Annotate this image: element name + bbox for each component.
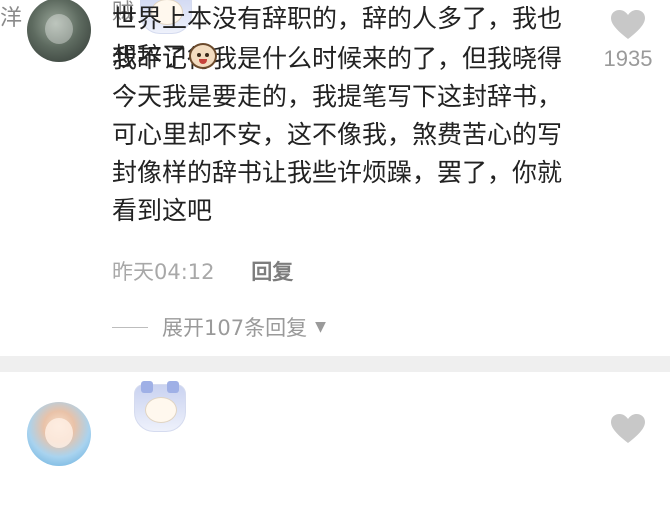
comment-meta: 昨天04:12 回复 [112, 256, 293, 286]
expand-replies-label: 展开107条回复 [162, 316, 308, 340]
user-badge-sticker-icon [134, 381, 186, 432]
comment-timestamp: 昨天04:12 [112, 260, 215, 284]
comment-text-body: 世界上本没有辞职的，辞的人多了，我也想辞了 [112, 4, 563, 71]
user-avatar[interactable] [27, 0, 91, 62]
reply-button[interactable]: 回复 [251, 260, 293, 284]
dog-face-emoji-icon [189, 43, 218, 69]
expand-replies-button[interactable]: 展开107条回复 ▼ [112, 312, 326, 342]
like-button[interactable] [588, 414, 668, 444]
divider-dash [112, 326, 148, 328]
like-count: 1935 [603, 46, 653, 71]
heart-icon [611, 414, 645, 443]
comment-username[interactable]: 洋 [0, 0, 22, 32]
like-button[interactable]: 1935 [588, 10, 668, 72]
heart-icon [611, 10, 645, 39]
comment-text: 世界上本没有辞职的，辞的人多了，我也想辞了 [112, 0, 562, 76]
comment-card [0, 372, 670, 518]
caret-down-icon: ▼ [315, 319, 326, 335]
user-avatar[interactable] [27, 402, 91, 466]
